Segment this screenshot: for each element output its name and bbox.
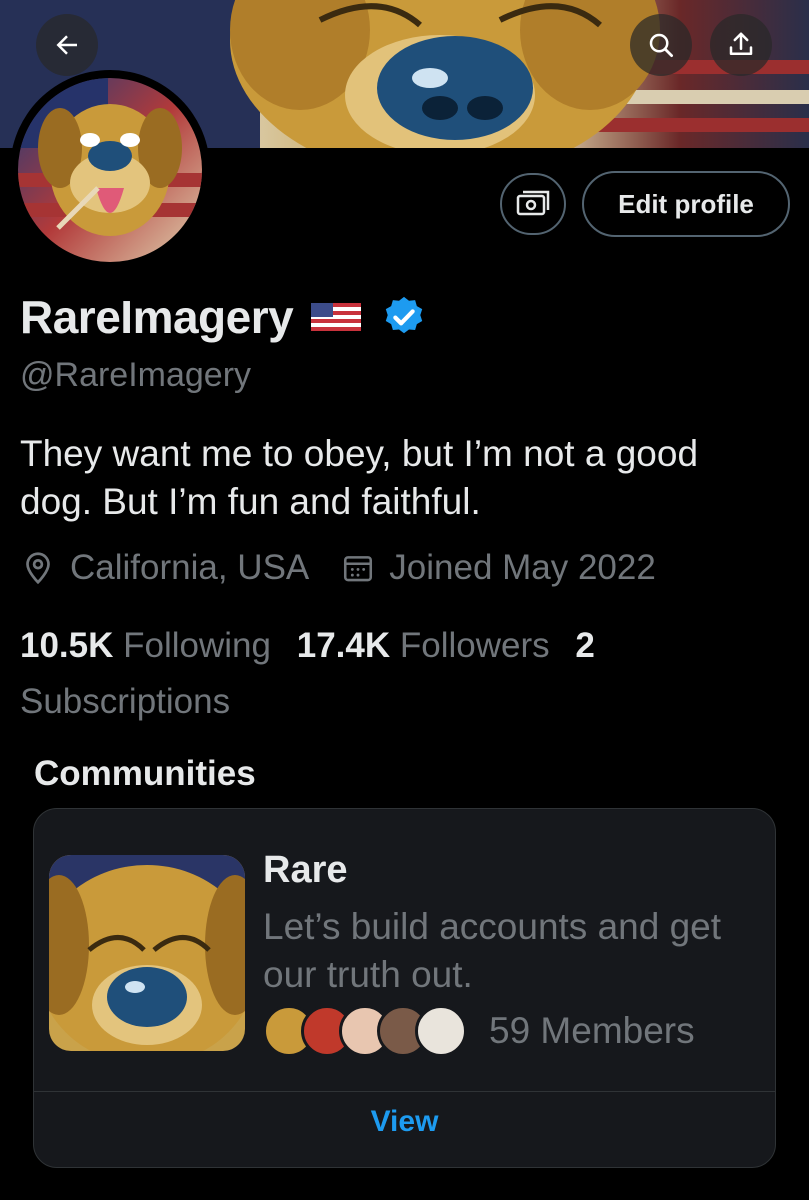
subscriptions-count: 2: [575, 626, 595, 665]
community-card[interactable]: Rare Let’s build accounts and get our tr…: [33, 808, 776, 1168]
view-community-button[interactable]: View: [34, 1105, 775, 1139]
profile-avatar[interactable]: [10, 70, 210, 270]
back-button[interactable]: [36, 14, 98, 76]
followers-stat[interactable]: 17.4K Followers: [297, 626, 550, 665]
card-divider: [34, 1091, 775, 1092]
display-name: RareImagery: [20, 291, 294, 343]
name-row: RareImagery: [20, 290, 427, 344]
tip-button[interactable]: [500, 173, 566, 235]
us-flag-icon: [311, 303, 362, 331]
community-name: Rare: [263, 849, 348, 891]
member-avatar: [415, 1005, 467, 1057]
profile-bio: They want me to obey, but I’m not a good…: [20, 433, 699, 522]
members-count: 59 Members: [489, 1010, 695, 1051]
location-item: California, USA: [20, 548, 309, 588]
share-button[interactable]: [710, 14, 772, 76]
arrow-left-icon: [56, 35, 77, 55]
following-count: 10.5K: [20, 626, 114, 665]
calendar-icon: [344, 556, 373, 582]
joined-item: Joined May 2022: [341, 548, 656, 588]
community-image: [49, 855, 245, 1051]
profile-handle: @RareImagery: [20, 356, 252, 394]
followers-count: 17.4K: [296, 626, 391, 665]
joined-text: Joined May 2022: [389, 548, 656, 587]
money-icon: [516, 190, 550, 216]
location-pin-icon: [26, 552, 50, 585]
profile-stats: 10.5K Following 17.4K Followers 2 Subscr…: [20, 618, 780, 730]
following-label: Following: [123, 626, 271, 665]
search-icon: [649, 33, 673, 57]
profile-meta: California, USA Joined May 2022: [20, 548, 688, 588]
location-text: California, USA: [70, 548, 310, 587]
verified-badge-icon[interactable]: [381, 294, 427, 340]
subscriptions-label: Subscriptions: [20, 682, 231, 721]
search-button[interactable]: [630, 14, 692, 76]
avatar-image: [18, 78, 202, 262]
followers-label: Followers: [399, 626, 550, 665]
community-members: 59 Members: [263, 1005, 695, 1057]
following-stat[interactable]: 10.5K Following: [20, 626, 271, 665]
communities-heading: Communities: [34, 754, 256, 793]
community-description: Let’s build accounts and get our truth o…: [263, 906, 722, 995]
edit-profile-button[interactable]: Edit profile: [582, 171, 790, 237]
share-icon: [729, 32, 753, 55]
